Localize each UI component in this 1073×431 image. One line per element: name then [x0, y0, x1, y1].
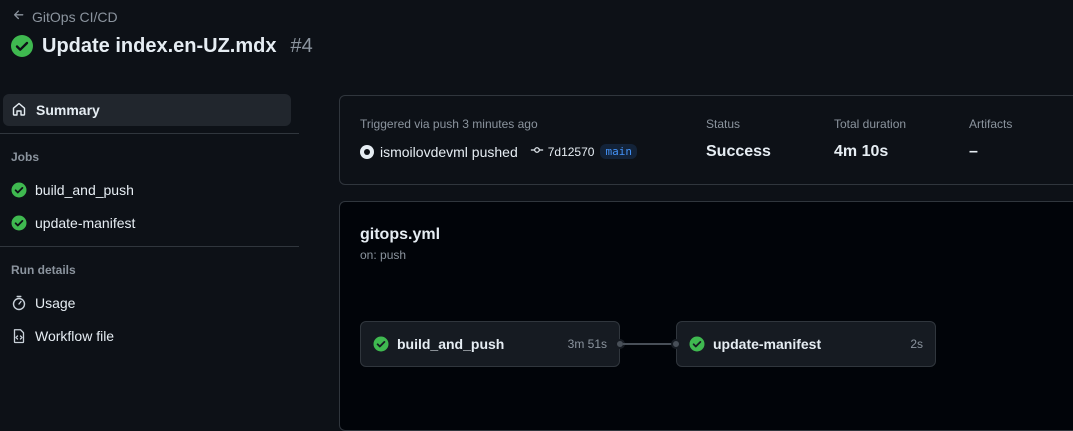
divider	[0, 133, 299, 134]
trigger-info: Triggered via push 3 minutes ago ismoilo…	[360, 117, 637, 160]
artifacts-label: Artifacts	[969, 117, 1013, 131]
sidebar-item-label: Usage	[35, 294, 76, 311]
status-info: Status Success	[706, 117, 771, 161]
connector-dot	[671, 339, 681, 349]
sidebar-item-workflow-file[interactable]: Workflow file	[0, 319, 299, 352]
back-link[interactable]: GitOps CI/CD	[12, 8, 118, 25]
workflow-file-name: gitops.yml	[360, 226, 441, 243]
duration-info: Total duration 4m 10s	[834, 117, 906, 161]
check-circle-icon	[11, 215, 27, 231]
back-link-label: GitOps CI/CD	[32, 8, 118, 25]
job-label: build_and_push	[397, 336, 505, 352]
sidebar-item-summary[interactable]: Summary	[3, 94, 291, 126]
check-circle-icon	[10, 34, 34, 58]
job-label: update-manifest	[713, 336, 822, 352]
commit-sha: 7d12570	[547, 144, 595, 159]
check-circle-icon	[373, 336, 389, 352]
divider	[0, 246, 299, 247]
trigger-text: Triggered via push 3 minutes ago	[360, 117, 538, 131]
git-commit-icon	[530, 143, 544, 160]
job-node-update-manifest[interactable]: update-manifest 2s	[671, 321, 936, 367]
check-circle-icon	[689, 336, 705, 352]
sidebar-item-label: Workflow file	[35, 327, 115, 344]
sidebar-item-label: Summary	[36, 102, 100, 118]
sidebar-item-label: build_and_push	[35, 181, 134, 198]
branch-badge[interactable]: main	[600, 144, 637, 159]
check-circle-icon	[11, 182, 27, 198]
sidebar-item-usage[interactable]: Usage	[0, 286, 299, 319]
run-summary-card: Triggered via push 3 minutes ago ismoilo…	[339, 95, 1073, 185]
job-duration: 3m 51s	[567, 337, 607, 351]
sidebar: Summary Jobs build_and_push update-manif…	[0, 94, 299, 352]
run-title: Update index.en-UZ.mdx	[42, 34, 277, 57]
sidebar-item-update-manifest[interactable]: update-manifest	[0, 206, 299, 239]
workflow-trigger: on: push	[360, 248, 407, 262]
artifacts-info: Artifacts –	[969, 117, 1012, 161]
commit-link[interactable]: 7d12570	[530, 143, 595, 160]
sidebar-item-label: update-manifest	[35, 214, 136, 231]
run-number: #4	[290, 34, 313, 57]
status-value: Success	[706, 143, 771, 160]
artifacts-value: –	[969, 143, 978, 160]
stopwatch-icon	[11, 295, 27, 311]
sidebar-item-build-and-push[interactable]: build_and_push	[0, 173, 299, 206]
jobs-heading: Jobs	[11, 150, 40, 164]
workflow-graph: gitops.yml on: push build_and_push 3m 51…	[339, 201, 1073, 431]
home-icon	[11, 101, 27, 120]
file-code-icon	[11, 328, 27, 344]
duration-label: Total duration	[834, 117, 907, 131]
job-node-build-and-push[interactable]: build_and_push 3m 51s	[360, 321, 625, 367]
actor-text[interactable]: ismoilovdevml pushed	[380, 144, 518, 160]
avatar[interactable]	[360, 144, 374, 159]
arrow-left-icon	[12, 8, 26, 25]
job-duration: 2s	[910, 337, 923, 351]
run-details-heading: Run details	[11, 263, 76, 277]
status-label: Status	[706, 117, 741, 131]
page-title: Update index.en-UZ.mdx #4	[10, 34, 313, 58]
duration-value: 4m 10s	[834, 143, 889, 160]
